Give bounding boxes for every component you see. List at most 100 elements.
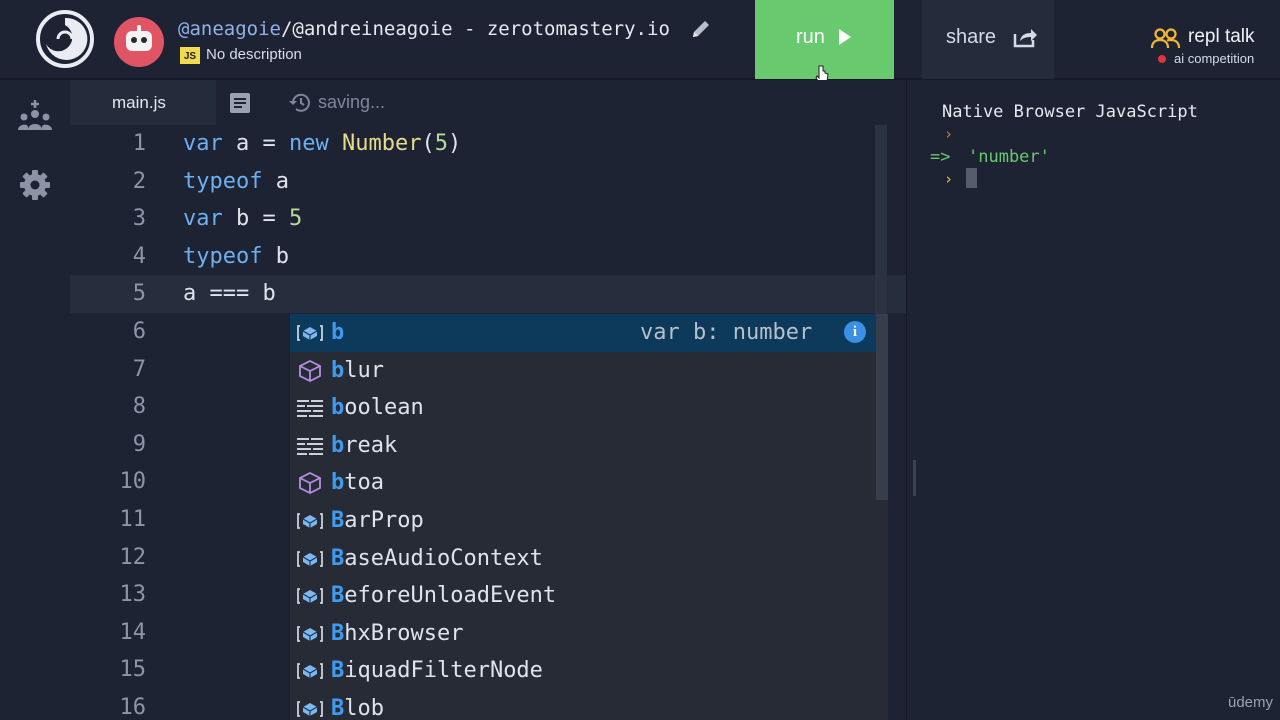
- suggestion-item[interactable]: BarProp: [290, 502, 876, 540]
- repl-name: /@andreineagoie - zerotomastery.io: [280, 18, 670, 40]
- splitter-grip[interactable]: [913, 460, 916, 496]
- suggestion-rest: oolean: [344, 395, 424, 421]
- console-input-caret[interactable]: [966, 168, 977, 188]
- line-number: 8: [132, 394, 146, 420]
- suggestion-item[interactable]: BiquadFilterNode: [290, 652, 876, 690]
- save-status-label: saving...: [318, 92, 386, 112]
- edit-pencil-icon[interactable]: [690, 18, 712, 40]
- keyword-token: typeof: [183, 168, 263, 194]
- keyword-token: typeof: [183, 243, 263, 269]
- number-token: 5: [434, 131, 448, 156]
- keyword-token: var: [183, 131, 223, 156]
- suggestion-rest: lob: [344, 696, 384, 720]
- code-text: typeof b: [183, 243, 289, 269]
- suggestion-label: break: [331, 433, 397, 458]
- repl-talk-link[interactable]: repl talk ai competition: [1150, 26, 1270, 70]
- keyword-icon: [297, 397, 323, 419]
- suggestion-label: BhxBrowser: [331, 621, 463, 646]
- console-header: Native Browser JavaScript: [942, 102, 1198, 122]
- suggestion-label: BeforeUnloadEvent: [331, 583, 556, 608]
- info-icon[interactable]: i: [844, 321, 866, 343]
- function-token: Number: [341, 131, 422, 156]
- suggestion-item[interactable]: BeforeUnloadEvent: [290, 577, 876, 615]
- suggestion-match: B: [331, 658, 345, 684]
- code-text: var a = new Number(5): [183, 131, 462, 156]
- method-cube-icon: [297, 359, 323, 382]
- line-number: 16: [119, 695, 147, 720]
- history-icon: [289, 93, 310, 112]
- share-label: share: [946, 26, 997, 48]
- top-bar: @aneagoie/@andreineagoie - zerotomastery…: [0, 0, 1280, 83]
- share-icon: [1013, 29, 1037, 48]
- live-dot-icon: [1158, 55, 1166, 63]
- suggestion-label: BiquadFilterNode: [331, 658, 543, 683]
- repl-description[interactable]: No description: [206, 46, 302, 63]
- autocomplete-widget[interactable]: Blob BiquadFilterNode BhxBrowser BeforeUnlo…: [289, 314, 888, 720]
- suggestion-item[interactable]: Blob: [290, 690, 876, 720]
- app-logo-icon[interactable]: [36, 10, 94, 68]
- add-user-icon[interactable]: [18, 98, 52, 132]
- console-result: 'number': [968, 147, 1050, 167]
- suggestion-match: b: [331, 395, 345, 421]
- suggestion-match: b: [331, 470, 345, 496]
- suggestion-match: B: [331, 620, 345, 646]
- suggestion-detail: var b: number: [640, 320, 813, 345]
- result-arrow: =>: [930, 147, 951, 167]
- suggestion-match: B: [331, 508, 345, 533]
- editor-tab-bar: main.js saving...: [70, 80, 906, 125]
- suggestion-item[interactable]: blur: [290, 352, 876, 390]
- avatar[interactable]: [114, 17, 164, 67]
- run-label: run: [796, 26, 825, 48]
- tab-label: main.js: [112, 93, 166, 112]
- suggestion-label: btoa: [331, 470, 384, 495]
- line-number: 1: [132, 131, 146, 156]
- suggestion-rest: iquadFilterNode: [344, 658, 543, 684]
- method-cube-icon: [297, 472, 323, 495]
- line-number: 2: [132, 168, 146, 194]
- owner-link[interactable]: @aneagoie: [178, 18, 281, 40]
- code-text: a === b: [183, 281, 276, 307]
- variable-icon: [297, 322, 323, 344]
- suggestion-rest: hxBrowser: [344, 620, 464, 646]
- line-number: 10: [119, 469, 147, 495]
- pane-splitter[interactable]: [906, 80, 923, 720]
- line-number: 7: [132, 356, 146, 382]
- share-button[interactable]: share: [922, 0, 1054, 79]
- people-icon: [1150, 28, 1181, 49]
- line-number: 11: [119, 507, 147, 532]
- suggestion-label: BaseAudioContext: [331, 546, 543, 571]
- suggestion-item[interactable]: BaseAudioContext: [290, 540, 876, 578]
- repl-title[interactable]: @aneagoie/@andreineagoie - zerotomastery…: [178, 18, 670, 40]
- settings-gear-icon[interactable]: [18, 168, 52, 202]
- line-number: 14: [119, 619, 147, 645]
- suggestion-rest: toa: [344, 470, 384, 496]
- variable-icon: [297, 698, 323, 720]
- suggestion-item[interactable]: break: [290, 427, 876, 465]
- console-pane[interactable]: Native Browser JavaScript › => 'number' …: [922, 80, 1280, 720]
- code-line[interactable]: 4 typeof b: [70, 238, 906, 276]
- suggestion-match: B: [331, 696, 345, 720]
- suggestion-selected[interactable]: b var b: number i: [290, 314, 876, 352]
- code-line[interactable]: 3 var b = 5: [70, 200, 906, 238]
- suggestion-item[interactable]: boolean: [290, 389, 876, 427]
- file-tree-icon[interactable]: [228, 92, 252, 114]
- code-line-active[interactable]: 5 a === b: [70, 275, 906, 313]
- suggestion-rest: eforeUnloadEvent: [344, 583, 557, 609]
- suggestion-rest: aseAudioContext: [344, 545, 543, 571]
- suggestion-label: blur: [331, 358, 384, 383]
- keyword-token: new: [288, 131, 329, 156]
- variable-icon: [297, 510, 323, 532]
- suggestion-item[interactable]: BhxBrowser: [290, 615, 876, 653]
- variable-icon: [297, 548, 323, 570]
- tab-main-js[interactable]: main.js: [70, 80, 216, 125]
- autocomplete-scrollbar[interactable]: [876, 314, 888, 500]
- code-text: typeof a: [183, 168, 289, 194]
- variable-icon: [297, 623, 323, 645]
- suggestion-label: b: [331, 320, 344, 345]
- suggestion-match: b: [331, 432, 345, 458]
- code-line[interactable]: 1 var a = new Number(5): [70, 125, 906, 163]
- suggestion-label: boolean: [331, 395, 424, 420]
- code-text: var b = 5: [183, 206, 303, 232]
- suggestion-item[interactable]: btoa: [290, 464, 876, 502]
- code-line[interactable]: 2 typeof a: [70, 163, 906, 201]
